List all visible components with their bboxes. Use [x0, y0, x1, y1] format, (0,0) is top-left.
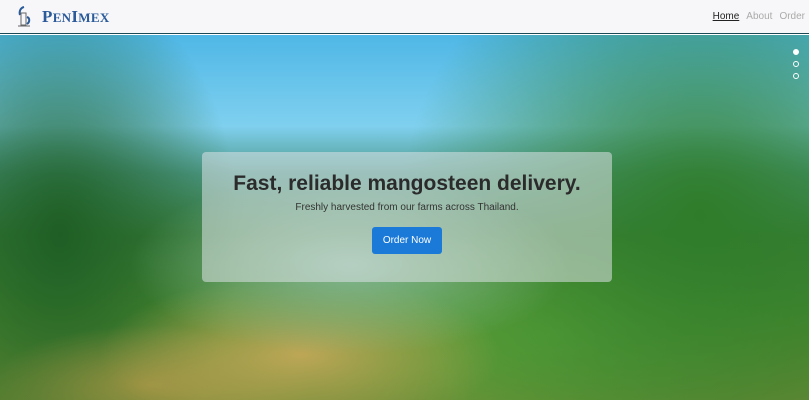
hero-title: Fast, reliable mangosteen delivery. [233, 172, 581, 195]
logo-emblem-icon [18, 5, 31, 26]
carousel-indicators [793, 49, 799, 79]
carousel-dot-3[interactable] [793, 73, 799, 79]
carousel-dot-2[interactable] [793, 61, 799, 67]
nav-home[interactable]: Home [713, 11, 740, 22]
navbar: PENIMEX Home About Order [0, 0, 809, 34]
carousel-dot-1[interactable] [793, 49, 799, 55]
nav-about[interactable]: About [746, 11, 772, 22]
hero-carousel: Fast, reliable mangosteen delivery. Fres… [0, 35, 809, 400]
brand-name: PENIMEX [42, 6, 110, 26]
order-now-button[interactable]: Order Now [371, 227, 443, 254]
logo[interactable]: PENIMEX [14, 5, 110, 29]
hero-subtitle: Freshly harvested from our farms across … [295, 202, 519, 213]
hero-caption: Fast, reliable mangosteen delivery. Fres… [202, 152, 612, 282]
nav-order[interactable]: Order [779, 11, 805, 22]
